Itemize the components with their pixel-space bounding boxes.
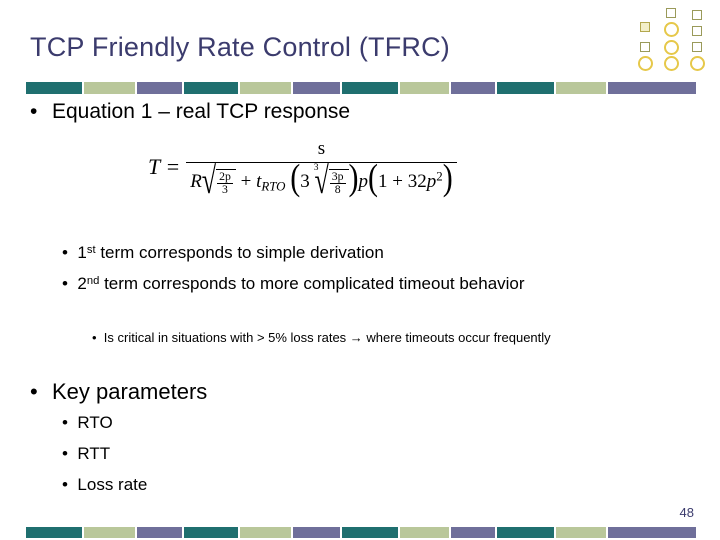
deco-ring xyxy=(664,56,679,71)
bullet-marker: • xyxy=(30,379,38,404)
equation-sym-3p: 3p xyxy=(329,169,346,185)
equation-fraction: s R √ 2p 3 + tRTO (3 3 √ 3p 8)p(1 + 32p2) xyxy=(186,138,457,202)
bullet-term1: • 1st term corresponds to simple derivat… xyxy=(62,243,682,263)
deco-ring xyxy=(664,40,679,55)
color-bar-segment xyxy=(137,527,182,538)
color-bar-segment xyxy=(450,527,496,538)
color-bar-segment xyxy=(400,527,449,538)
bullet-equation-intro: • Equation 1 – real TCP response xyxy=(30,100,350,124)
color-bar-segment xyxy=(240,527,291,538)
bullet-marker: • xyxy=(62,413,78,432)
color-bar-segment xyxy=(84,527,136,538)
bullet-marker: • xyxy=(92,330,104,345)
page-number: 48 xyxy=(679,505,694,520)
equation-sym-p: p xyxy=(358,171,369,192)
bullet-term2-label: 2nd term corresponds to more complicated… xyxy=(77,274,525,293)
color-bar-segment xyxy=(292,527,340,538)
equation-sym-2p: 2p xyxy=(217,169,233,185)
color-bar-segment xyxy=(608,82,696,94)
bullet-param-rto-label: RTO xyxy=(77,413,113,432)
equation-cbrt: 3 √ 3p 8 xyxy=(310,162,349,199)
bullet-marker: • xyxy=(62,274,78,293)
color-bar-segment xyxy=(497,527,554,538)
color-bar-segment xyxy=(183,527,239,538)
color-bar-segment xyxy=(183,82,239,94)
deco-square xyxy=(692,10,702,20)
color-bar-segment xyxy=(26,82,83,94)
bullet-key-parameters: • Key parameters xyxy=(30,379,207,405)
color-bar-segment xyxy=(341,82,398,94)
slide: TCP Friendly Rate Control (TFRC) • Equati… xyxy=(0,0,720,540)
bullet-term2: • 2nd term corresponds to more complicat… xyxy=(62,274,682,294)
color-bar-segment xyxy=(240,82,291,94)
deco-ring xyxy=(664,22,679,37)
color-bar-segment xyxy=(84,82,136,94)
equation-sym-p2: p xyxy=(426,171,437,192)
equation-sym-3: 3 xyxy=(222,183,228,197)
bullet-param-rto: • RTO xyxy=(62,413,113,433)
deco-square xyxy=(640,22,650,32)
deco-square xyxy=(692,26,702,36)
bullet-marker: • xyxy=(62,475,78,494)
bullet-param-rtt: • RTT xyxy=(62,444,110,464)
color-bar-segment xyxy=(497,82,554,94)
equation-sym-rto: RTO xyxy=(261,178,286,194)
bottom-color-bar xyxy=(26,527,698,538)
color-bar-segment xyxy=(137,82,182,94)
equation-sym-R: R xyxy=(190,171,202,192)
bullet-param-loss-rate: • Loss rate xyxy=(62,475,147,495)
bullet-term2-sub-label: Is critical in situations with > 5% loss… xyxy=(103,330,551,345)
equation-sym-coef3: 3 xyxy=(300,171,310,192)
color-bar-segment xyxy=(450,82,496,94)
bullet-key-parameters-label: Key parameters xyxy=(52,379,208,404)
color-bar-segment xyxy=(555,82,607,94)
bullet-param-loss-rate-label: Loss rate xyxy=(77,475,148,494)
equation-sym-8: 8 xyxy=(334,183,341,197)
page-title: TCP Friendly Rate Control (TFRC) xyxy=(30,32,450,62)
equation-sym-1plus32: 1 + 32 xyxy=(378,171,427,192)
top-color-bar xyxy=(26,82,698,94)
color-bar-segment xyxy=(555,527,607,538)
equation-denominator: R √ 2p 3 + tRTO (3 3 √ 3p 8)p(1 + 32p2) xyxy=(190,156,453,202)
color-bar-segment xyxy=(608,527,696,538)
equation-sqrt-1: √ 2p 3 xyxy=(202,162,236,199)
color-bar-segment xyxy=(341,527,398,538)
color-bar-segment xyxy=(400,82,449,94)
bullet-term2-sub: • Is critical in situations with > 5% lo… xyxy=(92,330,652,346)
equation-lhs: T = xyxy=(148,154,181,180)
equation-image: T = s R √ 2p 3 + tRTO (3 3 √ 3p 8)p(1 + 32p2) xyxy=(148,138,600,202)
deco-square xyxy=(666,8,676,18)
bullet-param-rtt-label: RTT xyxy=(77,444,111,463)
bullet-term1-label: 1st term corresponds to simple derivatio… xyxy=(77,243,384,262)
color-bar-segment xyxy=(292,82,340,94)
color-bar-segment xyxy=(26,527,83,538)
bullet-marker: • xyxy=(62,243,78,262)
bullet-equation-intro-label: Equation 1 – real TCP response xyxy=(52,100,351,123)
bullet-marker: • xyxy=(62,444,78,463)
deco-ring xyxy=(690,56,705,71)
bullet-marker: • xyxy=(30,100,38,123)
deco-square xyxy=(692,42,702,52)
